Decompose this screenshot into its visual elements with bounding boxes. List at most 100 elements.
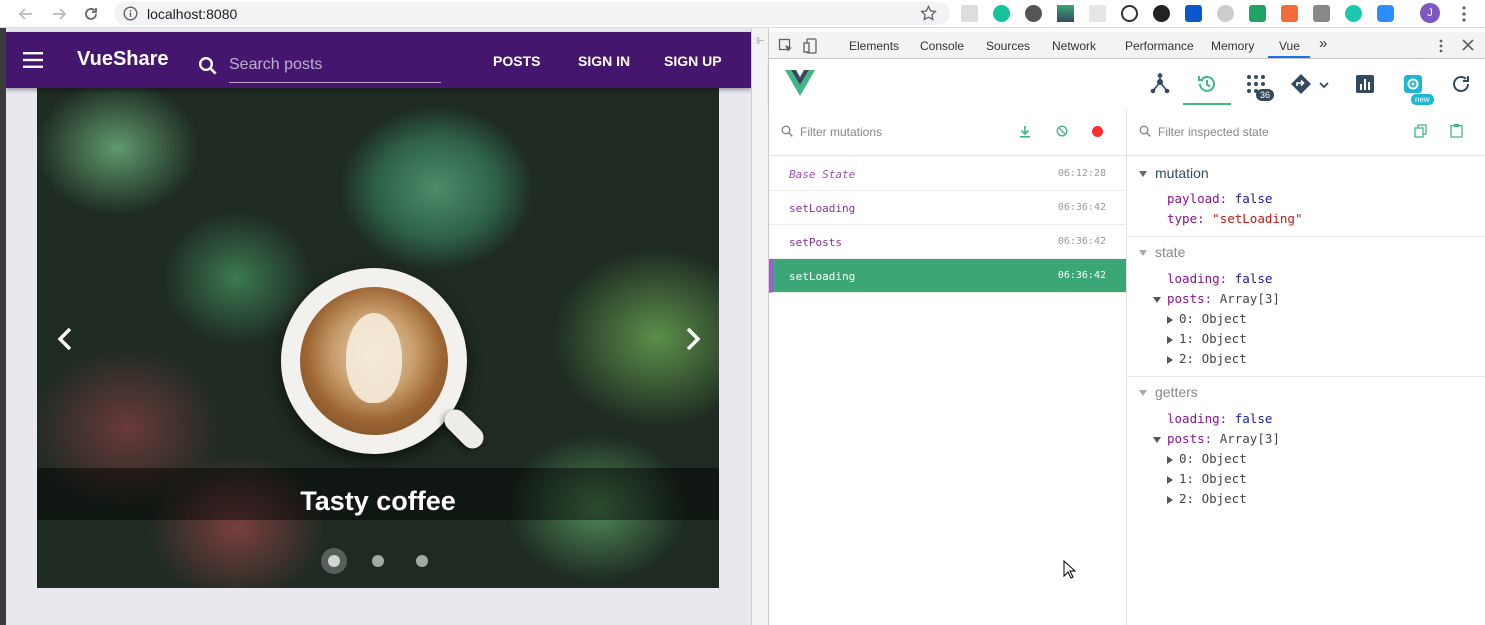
mutation-time: 06:36:42 [1057, 236, 1106, 247]
copy-state-icon[interactable] [1414, 124, 1427, 141]
posts-entry[interactable]: posts: Array[3] [1153, 431, 1280, 446]
carousel-dot-2[interactable] [372, 555, 384, 567]
carousel-dot-3[interactable] [416, 555, 428, 567]
zoom-icon[interactable] [1377, 5, 1394, 22]
tab-network[interactable]: Network [1052, 39, 1096, 53]
array-item[interactable]: 2: Object [1167, 491, 1247, 506]
device-toolbar-icon[interactable] [803, 38, 819, 57]
extension-icon[interactable] [1249, 5, 1266, 22]
profile-avatar[interactable]: J [1420, 3, 1440, 23]
loading-entry: loading: false [1167, 411, 1272, 426]
array-item[interactable]: 0: Object [1167, 311, 1247, 326]
tab-sources[interactable]: Sources [986, 39, 1030, 53]
mutation-row[interactable]: setLoading 06:36:42 [769, 191, 1126, 225]
chrome-menu-icon[interactable] [1456, 5, 1472, 26]
extension-icon[interactable] [1089, 5, 1106, 22]
extension-icon[interactable] [1185, 5, 1202, 22]
app-brand[interactable]: VueShare [77, 48, 169, 71]
back-icon[interactable] [16, 4, 36, 24]
nav-sign-in-link[interactable]: SIGN IN [578, 53, 630, 69]
carousel-prev-icon[interactable] [51, 324, 81, 354]
paste-state-icon[interactable] [1450, 123, 1463, 141]
collapse-triangle-icon[interactable] [1139, 250, 1147, 256]
revert-all-icon[interactable] [1056, 125, 1068, 140]
nav-sign-up-link[interactable]: SIGN UP [664, 53, 722, 69]
tab-memory[interactable]: Memory [1211, 39, 1254, 53]
info-icon[interactable] [123, 6, 138, 24]
chevron-down-icon[interactable] [1319, 79, 1329, 93]
extension-icon[interactable] [1281, 5, 1298, 22]
tab-vue[interactable]: Vue [1279, 39, 1300, 53]
coffee-cup-image [281, 268, 467, 454]
posts-entry[interactable]: posts: Array[3] [1153, 291, 1280, 306]
search-icon [781, 125, 793, 140]
vue-devtools-ext-icon[interactable] [1057, 5, 1074, 22]
commit-all-icon[interactable] [1019, 125, 1031, 141]
extension-icon[interactable] [1025, 5, 1042, 22]
vue-devtools-header: 36 new [769, 59, 1485, 108]
reload-icon[interactable] [81, 4, 101, 24]
tab-elements[interactable]: Elements [849, 39, 899, 53]
expand-triangle-icon[interactable] [1167, 475, 1173, 484]
expand-triangle-icon[interactable] [1153, 296, 1161, 303]
collapse-triangle-icon[interactable] [1139, 390, 1147, 396]
close-devtools-icon[interactable] [1462, 39, 1474, 54]
components-icon[interactable] [1149, 73, 1171, 95]
extension-icon[interactable] [1313, 5, 1330, 22]
bookmark-star-icon[interactable] [920, 4, 937, 25]
section-title-state[interactable]: state [1155, 244, 1185, 260]
settings-gear-icon[interactable] [1402, 73, 1424, 95]
array-item[interactable]: 0: Object [1167, 451, 1247, 466]
routing-icon[interactable] [1290, 73, 1312, 95]
expand-triangle-icon[interactable] [1167, 355, 1173, 364]
carousel-caption[interactable]: Tasty coffee [37, 486, 719, 517]
expand-triangle-icon[interactable] [1167, 335, 1173, 344]
state-filter-input[interactable]: Filter inspected state [1158, 125, 1269, 139]
mutation-row[interactable]: setPosts 06:36:42 [769, 225, 1126, 259]
mutation-filter-input[interactable]: Filter mutations [800, 125, 882, 139]
tab-performance[interactable]: Performance [1125, 39, 1194, 53]
performance-chart-icon[interactable] [1354, 73, 1376, 95]
nav-posts-link[interactable]: POSTS [493, 53, 540, 69]
post-carousel[interactable]: Tasty coffee [37, 88, 719, 588]
extension-icon[interactable] [961, 5, 978, 22]
tab-console[interactable]: Console [920, 39, 964, 53]
vue-logo-icon [785, 70, 815, 99]
carousel-next-icon[interactable] [677, 324, 707, 354]
grammarly-icon[interactable] [993, 5, 1010, 22]
array-item[interactable]: 1: Object [1167, 471, 1247, 486]
mutation-filter-bar[interactable]: Filter mutations [769, 108, 1127, 156]
array-item-label: 0: Object [1179, 451, 1247, 466]
section-title-mutation[interactable]: mutation [1155, 165, 1209, 181]
expand-triangle-icon[interactable] [1167, 315, 1173, 324]
mutation-row-selected[interactable]: setLoading 06:36:42 [769, 259, 1126, 293]
mutation-name: setLoading [789, 202, 856, 215]
hamburger-menu-icon[interactable] [23, 52, 43, 71]
more-tabs-icon[interactable]: » [1319, 35, 1327, 52]
search-input[interactable]: Search posts [229, 50, 441, 83]
loading-entry: loading: false [1167, 271, 1272, 286]
refresh-icon[interactable] [1450, 73, 1472, 95]
extension-icon[interactable] [1217, 5, 1234, 22]
extension-icon[interactable] [1153, 5, 1170, 22]
extension-icon[interactable] [1121, 5, 1138, 22]
vuex-history-icon[interactable] [1196, 73, 1218, 95]
extension-icon[interactable] [1345, 5, 1362, 22]
collapse-triangle-icon[interactable] [1139, 171, 1147, 177]
expand-triangle-icon[interactable] [1167, 495, 1173, 504]
devtools-splitter[interactable]: ⊩ [751, 28, 769, 625]
expand-triangle-icon[interactable] [1167, 455, 1173, 464]
mutation-row[interactable]: Base State 06:12:28 [769, 157, 1126, 191]
inspect-element-icon[interactable] [778, 38, 794, 57]
array-item[interactable]: 2: Object [1167, 351, 1247, 366]
carousel-dot-1[interactable] [321, 548, 347, 574]
devtools-menu-icon[interactable] [1438, 38, 1444, 57]
expand-triangle-icon[interactable] [1153, 436, 1161, 443]
array-item[interactable]: 1: Object [1167, 331, 1247, 346]
section-title-getters[interactable]: getters [1155, 384, 1198, 400]
state-filter-bar[interactable]: Filter inspected state [1127, 108, 1485, 156]
address-bar[interactable]: localhost:8080 [114, 2, 950, 25]
forward-icon[interactable] [49, 4, 69, 24]
mutation-name: Base State [789, 168, 856, 181]
record-icon[interactable] [1092, 126, 1103, 137]
